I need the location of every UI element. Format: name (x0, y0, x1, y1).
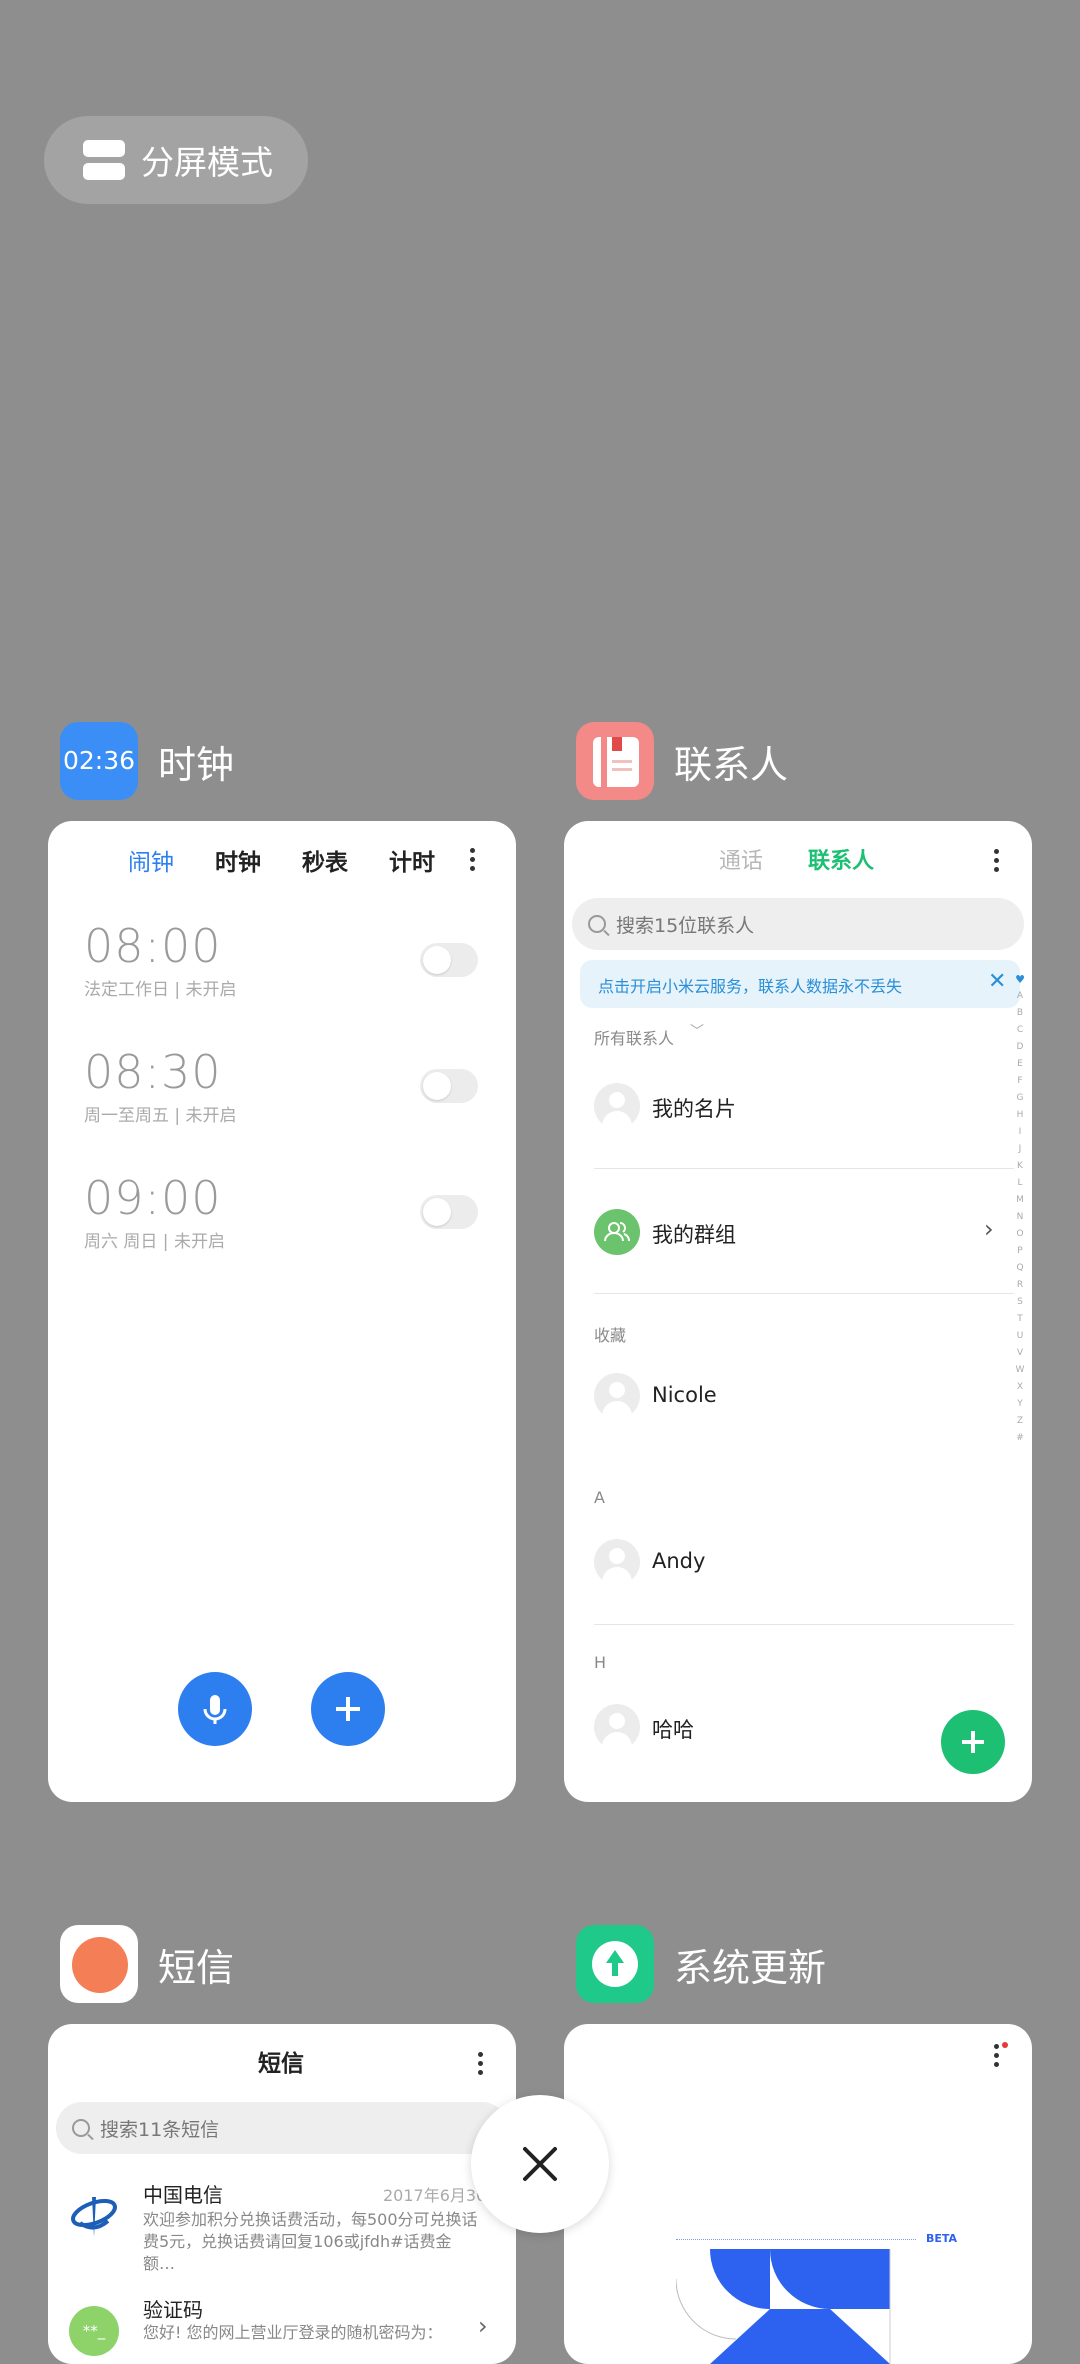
avatar (594, 1373, 640, 1419)
message-preview: 欢迎参加积分兑换话费活动，每500分可兑换话 费5元，兑换话费请回复106或jf… (143, 2210, 478, 2273)
message-preview: 您好! 您的网上营业厅登录的随机密码为： (143, 2323, 443, 2342)
search-icon (72, 2119, 90, 2137)
contacts-app-name: 联系人 (674, 742, 789, 787)
alarm-toggle[interactable] (420, 1195, 478, 1229)
search-icon (588, 915, 606, 933)
section-header: A (594, 1488, 605, 1507)
close-icon (523, 2147, 557, 2181)
tab-calls[interactable]: 通话 (719, 843, 763, 875)
sender-name[interactable]: 验证码 (143, 2294, 203, 2323)
my-card-label[interactable]: 我的名片 (652, 1093, 736, 1123)
split-screen-label: 分屏模式 (141, 143, 273, 182)
update-app-icon (576, 1925, 654, 2003)
cloud-banner[interactable]: 点击开启小米云服务，联系人数据永不丢失 ✕ (580, 960, 1020, 1008)
clock-app-name: 时钟 (158, 742, 235, 787)
add-contact-button[interactable] (941, 1710, 1005, 1774)
clock-app-header[interactable]: 02:36 时钟 (60, 722, 234, 800)
filter-label[interactable]: 所有联系人 (594, 1025, 674, 1049)
contacts-app-icon (576, 722, 654, 800)
avatar (594, 1704, 640, 1750)
chevron-down-icon[interactable]: ﹀ (690, 1021, 704, 1041)
messages-title: 短信 (258, 2051, 304, 2077)
alphabet-index[interactable]: ♥ ABC DEF GHI JKL MNO PQR STU VWX Y Z # (1013, 971, 1027, 1447)
tab-contacts[interactable]: 联系人 (808, 843, 874, 875)
my-group-label[interactable]: 我的群组 (652, 1219, 736, 1249)
messages-app-icon (60, 1925, 138, 2003)
close-all-button[interactable] (471, 2095, 609, 2233)
plus-icon (336, 1697, 360, 1721)
more-icon[interactable] (994, 2044, 1000, 2071)
alarm-toggle[interactable] (420, 943, 478, 977)
contact-name[interactable]: Andy (652, 1549, 705, 1573)
contacts-app-header[interactable]: 联系人 (576, 722, 788, 800)
messages-app-header[interactable]: 短信 (60, 1925, 234, 2003)
split-screen-button[interactable]: 分屏模式 (44, 116, 308, 204)
contacts-card[interactable]: 通话 联系人 搜索15位联系人 点击开启小米云服务，联系人数据永不丢失 ✕ 所有… (564, 821, 1032, 1802)
update-card[interactable]: BETA (564, 2024, 1032, 2364)
clock-app-icon: 02:36 (60, 722, 138, 800)
close-banner-icon[interactable]: ✕ (988, 969, 1006, 994)
alarm-item[interactable]: 08:00 法定工作日 | 未开启 (84, 919, 237, 1000)
avatar (594, 1083, 640, 1129)
messages-app-name: 短信 (158, 1945, 235, 1990)
beta-label: BETA (926, 2232, 958, 2245)
sender-name[interactable]: 中国电信 (143, 2179, 223, 2208)
alarm-toggle[interactable] (420, 1069, 478, 1103)
avatar (594, 1539, 640, 1585)
group-icon (594, 1209, 640, 1255)
chevron-right-icon: › (478, 2312, 488, 2340)
chevron-right-icon: › (984, 1215, 994, 1243)
contact-name[interactable]: 哈哈 (652, 1714, 694, 1744)
alarm-item[interactable]: 08:30 周一至周五 | 未开启 (84, 1045, 237, 1126)
tab-clock[interactable]: 时钟 (215, 843, 261, 877)
guide-line (676, 2239, 916, 2240)
notification-dot (1002, 2042, 1008, 2048)
more-icon[interactable] (994, 849, 1000, 876)
voice-button[interactable] (178, 1672, 252, 1746)
tab-alarm[interactable]: 闹钟 (128, 843, 174, 877)
section-header: 收藏 (594, 1326, 627, 1345)
avatar: **_ (69, 2306, 119, 2356)
messages-search-input[interactable]: 搜索11条短信 (56, 2102, 508, 2154)
add-alarm-button[interactable] (311, 1672, 385, 1746)
contact-name[interactable]: Nicole (652, 1383, 717, 1407)
tab-stopwatch[interactable]: 秒表 (302, 843, 348, 877)
plus-icon (962, 1731, 984, 1753)
section-header: H (594, 1653, 607, 1672)
update-app-header[interactable]: 系统更新 (576, 1925, 826, 2003)
split-screen-icon (83, 140, 125, 180)
contacts-search-input[interactable]: 搜索15位联系人 (572, 898, 1024, 950)
alarm-item[interactable]: 09:00 周六 周日 | 未开启 (84, 1171, 225, 1252)
update-app-name: 系统更新 (674, 1945, 827, 1990)
microphone-icon (203, 1695, 227, 1724)
more-icon[interactable] (478, 2052, 484, 2079)
telecom-logo (66, 2187, 122, 2243)
tab-timer[interactable]: 计时 (389, 843, 435, 877)
messages-card[interactable]: 短信 搜索11条短信 中国电信 2017年6月30 欢迎参加积分兑换话费活动，每… (48, 2024, 516, 2364)
more-icon[interactable] (470, 848, 476, 875)
update-illustration (676, 2249, 891, 2364)
clock-card[interactable]: 闹钟 时钟 秒表 计时 08:00 法定工作日 | 未开启 08:30 周一至周… (48, 821, 516, 1802)
